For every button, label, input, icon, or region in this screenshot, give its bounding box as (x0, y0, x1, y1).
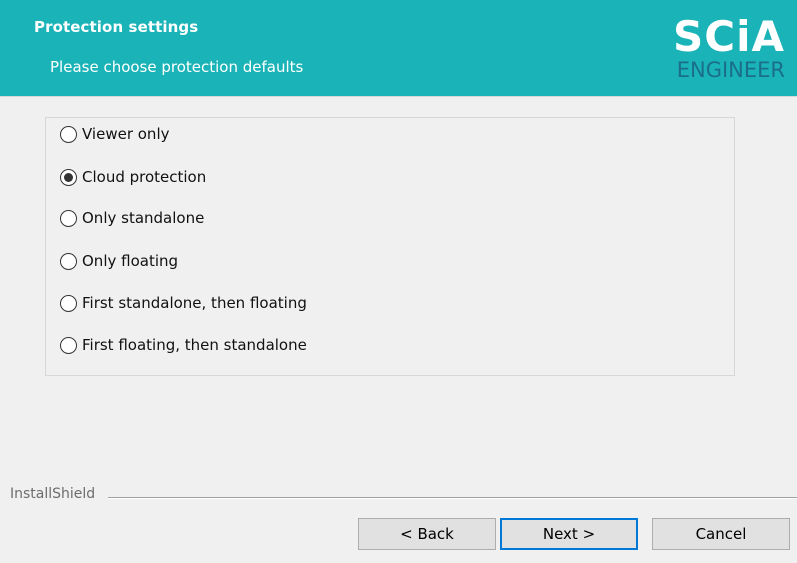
radio-button-selected[interactable] (60, 168, 77, 186)
radio-button[interactable] (60, 252, 77, 270)
radio-label: First floating, then standalone (82, 336, 307, 354)
logo-text-scia: SCiA (673, 12, 785, 61)
radio-label: Cloud protection (82, 168, 207, 186)
wizard-header: Protection settings Please choose protec… (0, 0, 797, 96)
radio-label: First standalone, then floating (82, 294, 307, 312)
cancel-button[interactable]: Cancel (652, 518, 790, 550)
radio-button[interactable] (60, 209, 77, 227)
radio-first-standalone-then-floating[interactable]: First standalone, then floating (60, 292, 307, 314)
header-divider (0, 96, 797, 97)
radio-button[interactable] (60, 294, 77, 312)
scia-engineer-logo: SCiA ENGINEER (661, 12, 785, 83)
radio-label: Viewer only (82, 125, 170, 143)
radio-only-standalone[interactable]: Only standalone (60, 207, 204, 229)
footer-divider-highlight (108, 498, 797, 499)
page-subtitle: Please choose protection defaults (50, 58, 304, 76)
logo-text-engineer: ENGINEER (676, 58, 785, 82)
next-button[interactable]: Next > (500, 518, 638, 550)
radio-only-floating[interactable]: Only floating (60, 250, 178, 272)
page-title: Protection settings (34, 18, 199, 36)
radio-label: Only floating (82, 252, 179, 270)
radio-label: Only standalone (82, 209, 205, 227)
installshield-brand-label: InstallShield (10, 486, 96, 502)
radio-button[interactable] (60, 125, 77, 143)
radio-first-floating-then-standalone[interactable]: First floating, then standalone (60, 334, 307, 356)
back-button[interactable]: < Back (358, 518, 496, 550)
radio-cloud-protection[interactable]: Cloud protection (60, 166, 206, 188)
radio-button[interactable] (60, 336, 77, 354)
radio-viewer-only[interactable]: Viewer only (60, 123, 170, 145)
